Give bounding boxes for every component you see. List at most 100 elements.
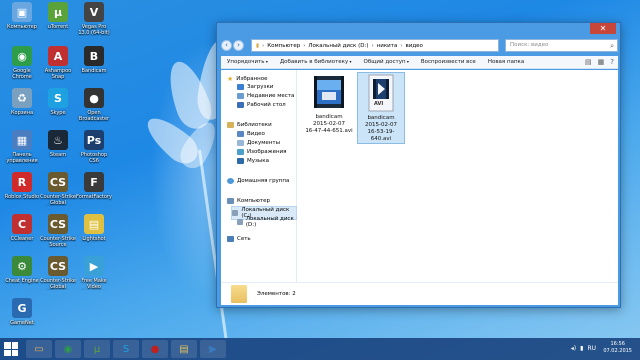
file-list: bandicam 2015-02-07 16-47-44-651.avi AVI… bbox=[299, 70, 618, 282]
desktop-icon-label: Photoshop CS6 bbox=[80, 152, 108, 164]
desktop-icon[interactable]: ▶ Free Make Video Converter bbox=[76, 256, 112, 290]
command-bar: Упорядочить Добавить в библиотеку Общий … bbox=[221, 56, 618, 69]
desktop-icon[interactable]: S Skype bbox=[40, 88, 76, 122]
desktop-icon[interactable]: Ps Photoshop CS6 bbox=[76, 130, 112, 164]
desktop-icon[interactable]: ♻ Корзина bbox=[4, 88, 40, 122]
forward-button[interactable]: › bbox=[233, 40, 244, 51]
desktop-icon-label: Cheat Engine bbox=[5, 278, 39, 284]
breadcrumb-disk-d[interactable]: Локальный диск (D:) bbox=[308, 43, 368, 49]
back-button[interactable]: ‹ bbox=[221, 40, 232, 51]
desktop-icon[interactable]: µ uTorrent bbox=[40, 2, 76, 36]
nav-label: Библиотеки bbox=[237, 122, 272, 128]
nav-homegroup[interactable]: Домашняя группа bbox=[227, 178, 289, 184]
desktop-icon[interactable]: CS Counter-Strike Source bbox=[40, 214, 76, 248]
desktop-icon-label: Компьютер bbox=[7, 24, 37, 30]
desktop-icon[interactable]: ● Open Broadcaster bbox=[76, 88, 112, 122]
search-input[interactable]: Поиск: видео ⌕ bbox=[505, 39, 618, 52]
app-icon: ▶ bbox=[84, 256, 104, 276]
file-item[interactable]: bandicam 2015-02-07 16-47-44-651.avi bbox=[305, 72, 353, 135]
desktop-icon[interactable]: ◉ Google Chrome bbox=[4, 46, 40, 80]
desktop-icon[interactable]: CS Counter-Strike Global Offensive bbox=[40, 256, 76, 290]
desktop-icon[interactable]: ▤ Lightshot bbox=[76, 214, 112, 248]
speaker-icon[interactable]: ◂) bbox=[571, 345, 576, 352]
help-icon[interactable]: ? bbox=[610, 58, 614, 66]
video-library-icon bbox=[237, 131, 244, 137]
app-icon: F bbox=[84, 172, 104, 192]
clock[interactable]: 16:56 07.02.2015 bbox=[603, 341, 632, 355]
nav-network[interactable]: Сеть bbox=[227, 236, 251, 242]
breadcrumb-computer[interactable]: Компьютер bbox=[267, 43, 300, 49]
nav-disk-d[interactable]: Локальный диск (D:) bbox=[237, 216, 296, 228]
search-icon[interactable]: ⌕ bbox=[610, 41, 614, 52]
explorer-window[interactable]: ✕ ‹ › ▮ › Компьютер › Локальный диск (D:… bbox=[216, 22, 621, 308]
file-suffix: 16-47-44-651.avi bbox=[305, 128, 353, 134]
desktop-icon-label: FormatFactory bbox=[76, 194, 112, 200]
desktop-icon-label: Панель управления bbox=[6, 152, 38, 164]
desktop-icon[interactable]: G GameNet bbox=[4, 298, 40, 332]
desktop-icon[interactable]: B Bandicam bbox=[76, 46, 112, 80]
app-icon: ▤ bbox=[84, 214, 104, 234]
nav-label: Изображения bbox=[247, 149, 287, 155]
breadcrumb-video[interactable]: видео bbox=[406, 43, 423, 49]
app-icon: R bbox=[12, 172, 32, 192]
desktop-icon[interactable]: R Roblox Studio bbox=[4, 172, 40, 206]
start-button[interactable] bbox=[4, 342, 18, 356]
folder-icon: ▮ bbox=[256, 42, 260, 49]
nav-documents[interactable]: Документы bbox=[237, 140, 280, 146]
app-icon: ⚙ bbox=[12, 256, 32, 276]
view-options-icon[interactable]: ▤ bbox=[585, 58, 592, 66]
desktop-icon[interactable]: ⚙ Cheat Engine bbox=[4, 256, 40, 290]
play-all-button[interactable]: Воспроизвести все bbox=[421, 59, 476, 65]
preview-pane-icon[interactable]: ▦ bbox=[598, 58, 605, 66]
taskbar-explorer-button[interactable]: ▭ bbox=[26, 340, 52, 358]
desktop-icon-label: Ashampoo Snap bbox=[44, 68, 72, 80]
nav-computer[interactable]: Компьютер bbox=[227, 198, 270, 204]
file-date: 2015-02-07 bbox=[313, 121, 345, 127]
nav-video[interactable]: Видео bbox=[237, 131, 265, 137]
documents-icon bbox=[237, 140, 244, 146]
desktop-icon[interactable]: ♨ Steam bbox=[40, 130, 76, 164]
app-icon: CS bbox=[48, 214, 68, 234]
nav-desktop[interactable]: Рабочий стол bbox=[237, 102, 286, 108]
title-bar[interactable]: ✕ bbox=[217, 23, 620, 36]
app-icon: Ps bbox=[84, 130, 104, 150]
nav-libraries[interactable]: Библиотеки bbox=[227, 122, 272, 128]
desktop-icon[interactable]: A Ashampoo Snap bbox=[40, 46, 76, 80]
nav-label: Домашняя группа bbox=[237, 178, 290, 184]
add-to-library-button[interactable]: Добавить в библиотеку bbox=[280, 59, 352, 65]
taskbar-skype-button[interactable]: S bbox=[113, 340, 139, 358]
breadcrumb-nikita[interactable]: никита bbox=[377, 43, 398, 49]
desktop-icon[interactable]: C CCleaner bbox=[4, 214, 40, 248]
organize-button[interactable]: Упорядочить bbox=[227, 59, 268, 65]
taskbar-media-button[interactable]: ▶ bbox=[200, 340, 226, 358]
desktop-icon[interactable]: ▦ Панель управления bbox=[4, 130, 40, 164]
taskbar-folder-button[interactable]: ▤ bbox=[171, 340, 197, 358]
app-icon: µ bbox=[48, 2, 68, 22]
desktop-icon[interactable]: ▣ Компьютер bbox=[4, 2, 40, 36]
desktop-icon[interactable]: F FormatFactory bbox=[76, 172, 112, 206]
file-item[interactable]: AVI bandicam 2015-02-07 16-53-19-640.avi bbox=[357, 72, 405, 144]
address-bar[interactable]: ▮ › Компьютер › Локальный диск (D:) › ни… bbox=[251, 39, 499, 52]
taskbar-chrome-button[interactable]: ◉ bbox=[55, 340, 81, 358]
nav-favorites[interactable]: ★ Избранное bbox=[227, 75, 268, 83]
nav-music[interactable]: Музыка bbox=[237, 158, 269, 164]
nav-images[interactable]: Изображения bbox=[237, 149, 286, 155]
status-bar: Элементов: 2 bbox=[221, 282, 618, 305]
taskbar-utorrent-button[interactable]: µ bbox=[84, 340, 110, 358]
close-button[interactable]: ✕ bbox=[590, 23, 616, 34]
app-icon: C bbox=[12, 214, 32, 234]
network-icon[interactable]: ▮ bbox=[580, 345, 583, 352]
file-name: bandicam bbox=[367, 115, 395, 121]
desktop-icon[interactable]: V Vegas Pro 13.0 (64-bit) bbox=[76, 2, 112, 36]
nav-label: Загрузки bbox=[247, 84, 274, 90]
nav-downloads[interactable]: Загрузки bbox=[237, 84, 273, 90]
taskbar-bandicam-button[interactable]: ● bbox=[142, 340, 168, 358]
share-button[interactable]: Общий доступ bbox=[364, 59, 409, 65]
desktop-icon[interactable]: CS Counter-Strike Global Offensive bbox=[40, 172, 76, 206]
file-name: bandicam bbox=[315, 114, 343, 120]
desktop-icon-label: Open Broadcaster bbox=[78, 110, 110, 122]
nav-recent[interactable]: Недавние места bbox=[237, 93, 294, 99]
language-indicator[interactable]: RU bbox=[587, 345, 596, 352]
desktop-icon-label: Counter-Strike Global Offensive bbox=[40, 278, 76, 290]
new-folder-button[interactable]: Новая папка bbox=[488, 59, 524, 65]
